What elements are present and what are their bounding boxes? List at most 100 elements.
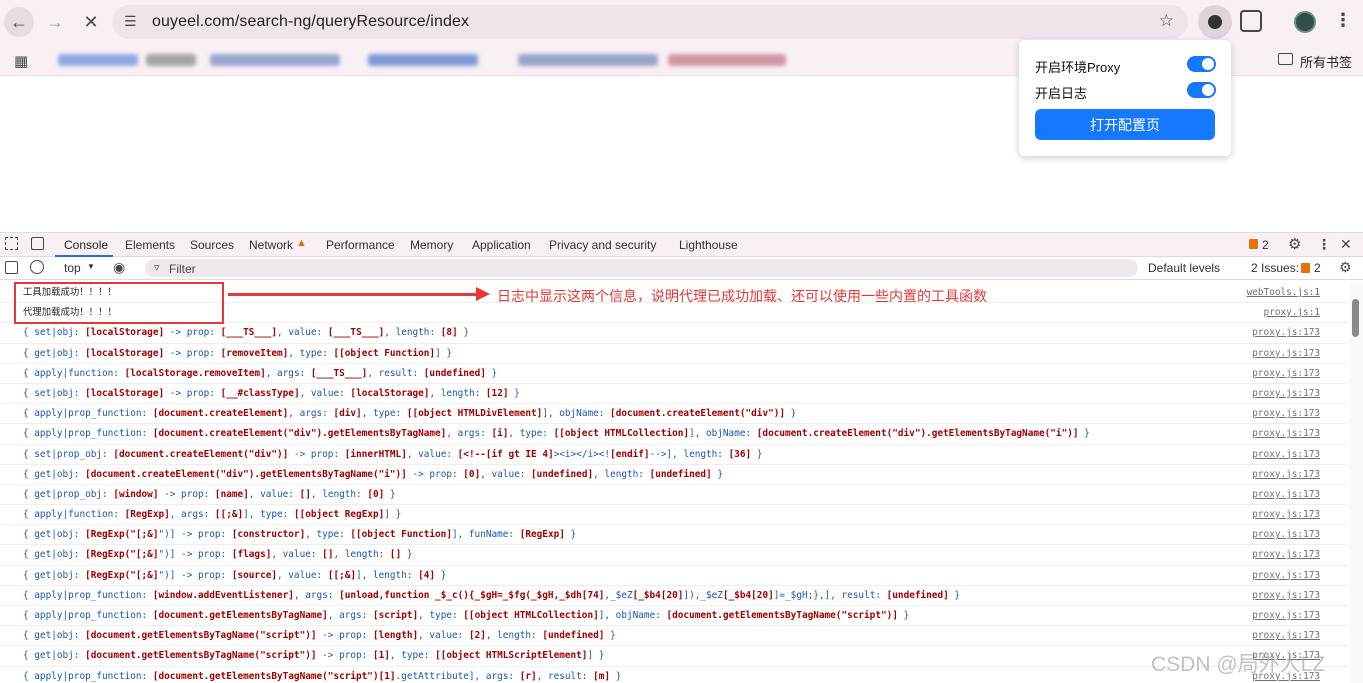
console-row: { get|obj: [document.getElementsByTagNam… (0, 626, 1348, 647)
console-row: { apply|prop_function: [window.addEventL… (0, 586, 1348, 606)
source-link[interactable]: proxy.js:173 (1252, 404, 1320, 423)
open-config-button[interactable]: 打开配置页 (1035, 109, 1215, 140)
clear-console-icon[interactable] (30, 260, 44, 274)
scrollbar[interactable] (1349, 283, 1363, 683)
all-bookmarks-label[interactable]: 所有书签 (1300, 52, 1352, 71)
scrollbar-thumb[interactable] (1352, 299, 1359, 337)
console-message: { get|obj: [RegExp("[;&]")] -> prop: [so… (23, 569, 447, 581)
site-info-icon[interactable]: ☰ (124, 13, 137, 30)
source-link[interactable]: proxy.js:173 (1252, 566, 1320, 585)
sidebar-toggle-icon[interactable] (5, 261, 18, 274)
close-icon[interactable]: ✕ (1340, 236, 1352, 253)
source-link[interactable]: proxy.js:173 (1252, 445, 1320, 464)
highlight-box (14, 282, 224, 324)
profile-icon[interactable] (1294, 11, 1316, 33)
tab-privacy[interactable]: Privacy and security (549, 238, 656, 252)
issues-badge-count[interactable]: 2 (1262, 238, 1269, 252)
menu-icon[interactable]: ⋮ (1334, 10, 1352, 31)
bookmark-blurred[interactable] (518, 54, 658, 66)
console-row: { set|obj: [localStorage] -> prop: [__#c… (0, 384, 1348, 405)
back-icon[interactable]: ← (4, 7, 34, 37)
console-message: { apply|function: [RegExp], args: [[;&]]… (23, 509, 402, 521)
source-link[interactable]: proxy.js:173 (1252, 586, 1320, 605)
console-row: { apply|function: [RegExp], args: [[;&]]… (0, 505, 1348, 526)
issues-badge-icon[interactable] (1249, 239, 1258, 249)
console-message: { get|obj: [RegExp("[;&]")] -> prop: [fl… (23, 549, 413, 561)
tab-sources[interactable]: Sources (190, 238, 234, 252)
console-row: { get|obj: [RegExp("[;&]")] -> prop: [so… (0, 566, 1348, 586)
console-message: { apply|prop_function: [window.addEventL… (23, 589, 961, 601)
console-row: { get|obj: [document.createElement("div"… (0, 465, 1348, 485)
chevron-down-icon[interactable]: ▼ (87, 262, 95, 271)
proxy-toggle-label: 开启环境Proxy (1035, 60, 1121, 75)
devtools-menu-icon[interactable]: ⋮ (1317, 236, 1331, 253)
address-bar[interactable]: ☰ ouyeel.com/search-ng/queryResource/ind… (112, 5, 1188, 39)
url-text[interactable]: ouyeel.com/search-ng/queryResource/index (152, 13, 469, 31)
console-settings-icon[interactable]: ⚙ (1339, 259, 1352, 276)
extension-popup: 开启环境Proxy 开启日志 打开配置页 (1019, 40, 1231, 156)
source-link[interactable]: proxy.js:173 (1252, 626, 1320, 645)
star-icon[interactable]: ☆ (1159, 11, 1174, 31)
source-link[interactable]: proxy.js:173 (1252, 485, 1320, 504)
bookmark-blurred[interactable] (210, 54, 340, 66)
source-link[interactable]: webTools.js:1 (1247, 283, 1320, 302)
bookmark-blurred[interactable] (146, 54, 196, 66)
console-message: { get|obj: [document.getElementsByTagNam… (23, 630, 616, 642)
console-message: { apply|function: [localStorage.removeIt… (23, 367, 498, 379)
log-toggle[interactable] (1187, 82, 1216, 98)
tab-memory[interactable]: Memory (410, 238, 453, 252)
context-select[interactable]: top (64, 261, 81, 275)
source-link[interactable]: proxy.js:173 (1252, 384, 1320, 403)
tab-lighthouse[interactable]: Lighthouse (679, 238, 738, 252)
tab-application[interactable]: Application (472, 238, 531, 252)
folder-icon (1278, 53, 1293, 65)
console-row: { get|obj: [document.getElementsByTagNam… (0, 646, 1348, 667)
source-link[interactable]: proxy.js:173 (1252, 465, 1320, 484)
arrowhead-icon (476, 287, 490, 301)
bookmark-blurred[interactable] (668, 54, 786, 66)
console-row: { get|obj: [RegExp("[;&]")] -> prop: [co… (0, 525, 1348, 546)
source-link[interactable]: proxy.js:173 (1252, 424, 1320, 443)
source-link[interactable]: proxy.js:1 (1264, 303, 1320, 322)
devtools-tabbar: Console Elements Sources Network ▲ Perfo… (0, 232, 1363, 257)
bookmark-blurred[interactable] (58, 54, 138, 66)
console-message: { apply|prop_function: [document.createE… (23, 428, 1090, 440)
levels-select[interactable]: Default levels (1148, 261, 1220, 275)
console-message: { apply|prop_function: [document.getElem… (23, 670, 622, 682)
console-message: { get|obj: [RegExp("[;&]")] -> prop: [co… (23, 529, 577, 541)
console-message: { get|obj: [document.getElementsByTagNam… (23, 650, 605, 662)
source-link[interactable]: proxy.js:173 (1252, 323, 1320, 342)
proxy-toggle[interactable] (1187, 56, 1216, 72)
source-link[interactable]: proxy.js:173 (1252, 364, 1320, 383)
source-link[interactable]: proxy.js:173 (1252, 525, 1320, 544)
device-icon[interactable] (31, 237, 44, 250)
extension-icon[interactable] (1198, 5, 1232, 39)
warning-icon: ▲ (296, 237, 307, 249)
source-link[interactable]: proxy.js:173 (1252, 545, 1320, 564)
filter-input[interactable]: ▿ Filter (145, 259, 1138, 277)
puzzle-icon[interactable] (1240, 10, 1262, 32)
forward-icon[interactable]: → (40, 7, 70, 37)
inspect-icon[interactable] (5, 237, 18, 250)
console-message: { get|obj: [localStorage] -> prop: [remo… (23, 347, 453, 359)
console-row: { apply|prop_function: [document.getElem… (0, 667, 1348, 683)
stop-icon[interactable]: ✕ (76, 7, 106, 37)
tab-elements[interactable]: Elements (125, 238, 175, 252)
apps-icon[interactable]: ▦ (14, 52, 28, 70)
bookmark-blurred[interactable] (368, 54, 478, 66)
console-message: { set|obj: [localStorage] -> prop: [__#c… (23, 387, 520, 399)
console-message: { apply|prop_function: [document.getElem… (23, 610, 910, 621)
tab-console[interactable]: Console (64, 238, 108, 252)
source-link[interactable]: proxy.js:173 (1252, 344, 1320, 363)
console-row: { apply|function: [localStorage.removeIt… (0, 364, 1348, 384)
eye-icon[interactable]: ◉ (113, 259, 125, 276)
issues-label[interactable]: 2 Issues: (1251, 261, 1299, 275)
tab-performance[interactable]: Performance (326, 238, 395, 252)
issues-count[interactable]: 2 (1314, 261, 1321, 275)
tab-network[interactable]: Network (249, 238, 293, 252)
source-link[interactable]: proxy.js:173 (1252, 606, 1320, 625)
source-link[interactable]: proxy.js:173 (1252, 505, 1320, 524)
settings-icon[interactable]: ⚙ (1288, 235, 1301, 253)
issues-icon (1301, 263, 1310, 273)
filter-icon: ▿ (154, 262, 160, 274)
